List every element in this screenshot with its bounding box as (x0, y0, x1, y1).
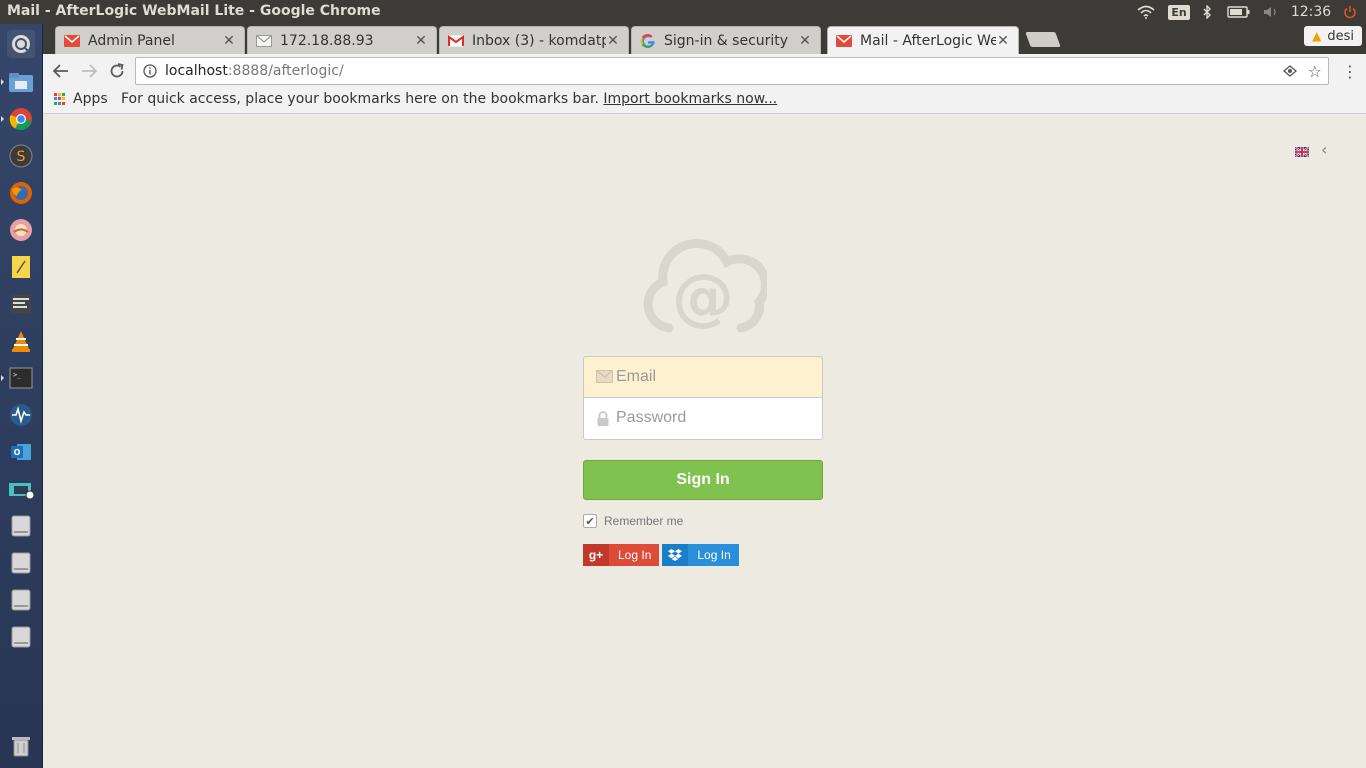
sublime-s-icon[interactable]: S (7, 142, 35, 170)
chrome-icon[interactable] (7, 105, 35, 133)
bookmark-star-icon[interactable]: ☆ (1308, 62, 1322, 81)
gmail-icon (448, 33, 464, 49)
remember-me-checkbox[interactable]: ✔ (583, 514, 597, 528)
tab-close-icon[interactable]: ✕ (414, 33, 428, 49)
apps-grid-icon[interactable] (54, 93, 66, 105)
envelope-icon (596, 370, 613, 387)
back-button[interactable] (50, 60, 72, 82)
google-plus-icon: g+ (583, 544, 609, 566)
tab-close-icon[interactable]: ✕ (222, 33, 236, 49)
import-bookmarks-link[interactable]: Import bookmarks now... (603, 91, 777, 107)
svg-text:S: S (17, 149, 26, 165)
bookmarks-message: For quick access, place your bookmarks h… (121, 91, 778, 107)
chrome-menu-icon[interactable]: ⋮ (1342, 62, 1358, 81)
uk-flag-icon[interactable] (1294, 146, 1310, 158)
tab-ip-address[interactable]: 172.18.88.93 ✕ (247, 26, 437, 54)
window-title: Mail - AfterLogic WebMail Lite - Google … (7, 3, 381, 19)
dropbox-login-label: Log In (688, 544, 739, 566)
svg-text:@: @ (672, 260, 734, 333)
address-bar[interactable]: localhost:8888/afterlogic/ ☆ (135, 57, 1329, 85)
files-icon[interactable] (7, 68, 35, 96)
gmail-envelope-icon (64, 33, 80, 49)
battery-icon[interactable] (1226, 0, 1252, 24)
tab-title: Sign-in & security (664, 32, 789, 49)
url-text: localhost:8888/afterlogic/ (165, 63, 344, 79)
tab-sign-in-security[interactable]: Sign-in & security ✕ (631, 26, 821, 54)
drive-icon-1[interactable] (7, 512, 35, 540)
new-tab-button[interactable] (1025, 32, 1061, 47)
wifi-icon[interactable] (1136, 0, 1156, 24)
apps-shortcut[interactable]: Apps (73, 91, 108, 107)
remember-me-label: Remember me (604, 514, 684, 528)
browser-tab-strip: Admin Panel ✕ 172.18.88.93 ✕ Inbox (3) -… (43, 24, 1366, 55)
email-field-wrapper (583, 356, 823, 398)
profile-name: desi (1327, 28, 1354, 44)
tab-inbox[interactable]: Inbox (3) - komdatp ✕ (439, 26, 629, 54)
keyboard-language-indicator[interactable]: En (1168, 0, 1190, 24)
login-form: Sign In ✔ Remember me g+ Log In Log In (583, 356, 823, 566)
clock[interactable]: 12:36 (1290, 0, 1332, 24)
text-editor-icon[interactable] (7, 290, 35, 318)
visibility-icon[interactable] (1282, 64, 1298, 82)
tab-afterlogic-mail[interactable]: Mail - AfterLogic WebMail Lite ✕ (827, 26, 1019, 55)
gmail-envelope-icon (836, 33, 852, 49)
tab-title: Admin Panel (88, 32, 175, 49)
browser-toolbar: localhost:8888/afterlogic/ ☆ ⋮ (43, 54, 1366, 88)
power-icon[interactable] (1340, 0, 1360, 24)
webmail-login-page: ‹ @ Sign In ✔ Remember me g+ Log In (43, 114, 1366, 768)
svg-text:>_: >_ (13, 371, 22, 379)
email-input[interactable] (616, 357, 816, 397)
social-login-row: g+ Log In Log In (583, 544, 823, 566)
envelope-icon (256, 33, 272, 49)
language-badge: En (1168, 4, 1190, 20)
reload-button[interactable] (106, 60, 128, 82)
volume-icon[interactable] (1261, 0, 1281, 24)
google-login-label: Log In (609, 544, 660, 566)
google-g-icon (640, 33, 656, 49)
os-top-panel: Mail - AfterLogic WebMail Lite - Google … (0, 0, 1366, 24)
chevron-left-icon[interactable]: ‹ (1321, 140, 1327, 159)
tab-title: Inbox (3) - komdatp (472, 32, 606, 49)
drive-icon-4[interactable] (7, 623, 35, 651)
notes-icon[interactable] (7, 253, 35, 281)
trash-icon[interactable] (7, 732, 35, 760)
screenshot-tool-icon[interactable] (7, 475, 35, 503)
terminal-icon[interactable]: >_ (7, 364, 35, 392)
firefox-icon[interactable] (7, 179, 35, 207)
warning-icon: ▲ (1312, 29, 1322, 43)
dash-home-icon[interactable] (7, 30, 35, 58)
dropbox-icon (662, 544, 689, 566)
tab-title: Mail - AfterLogic WebMail Lite (860, 33, 996, 49)
forward-button[interactable] (78, 60, 100, 82)
tab-close-icon[interactable]: ✕ (798, 33, 812, 49)
outlook-icon[interactable]: O (7, 438, 35, 466)
tab-admin-panel[interactable]: Admin Panel ✕ (55, 26, 245, 54)
dropbox-login-button[interactable]: Log In (662, 544, 739, 566)
vlc-icon[interactable] (7, 327, 35, 355)
tab-close-icon[interactable]: ✕ (996, 33, 1010, 49)
site-info-icon[interactable] (143, 64, 157, 82)
password-field-wrapper (583, 398, 823, 440)
lock-icon (596, 411, 610, 430)
google-login-button[interactable]: g+ Log In (583, 544, 660, 566)
cloud-at-logo-icon: @ (643, 238, 767, 333)
drive-icon-2[interactable] (7, 549, 35, 577)
password-input[interactable] (616, 398, 816, 438)
remember-me-row[interactable]: ✔ Remember me (583, 514, 823, 528)
profile-button[interactable]: ▲ desi (1304, 26, 1362, 46)
sign-in-button[interactable]: Sign In (583, 460, 823, 500)
bluetooth-icon[interactable] (1199, 0, 1215, 24)
bookmarks-bar: Apps For quick access, place your bookma… (43, 88, 1366, 114)
tab-title: 172.18.88.93 (280, 32, 374, 49)
system-monitor-icon[interactable] (7, 401, 35, 429)
disk-tool-icon[interactable] (7, 216, 35, 244)
app-launcher: S >_ O (0, 24, 43, 768)
tab-close-icon[interactable]: ✕ (606, 33, 620, 49)
drive-icon-3[interactable] (7, 586, 35, 614)
svg-text:O: O (14, 448, 21, 457)
